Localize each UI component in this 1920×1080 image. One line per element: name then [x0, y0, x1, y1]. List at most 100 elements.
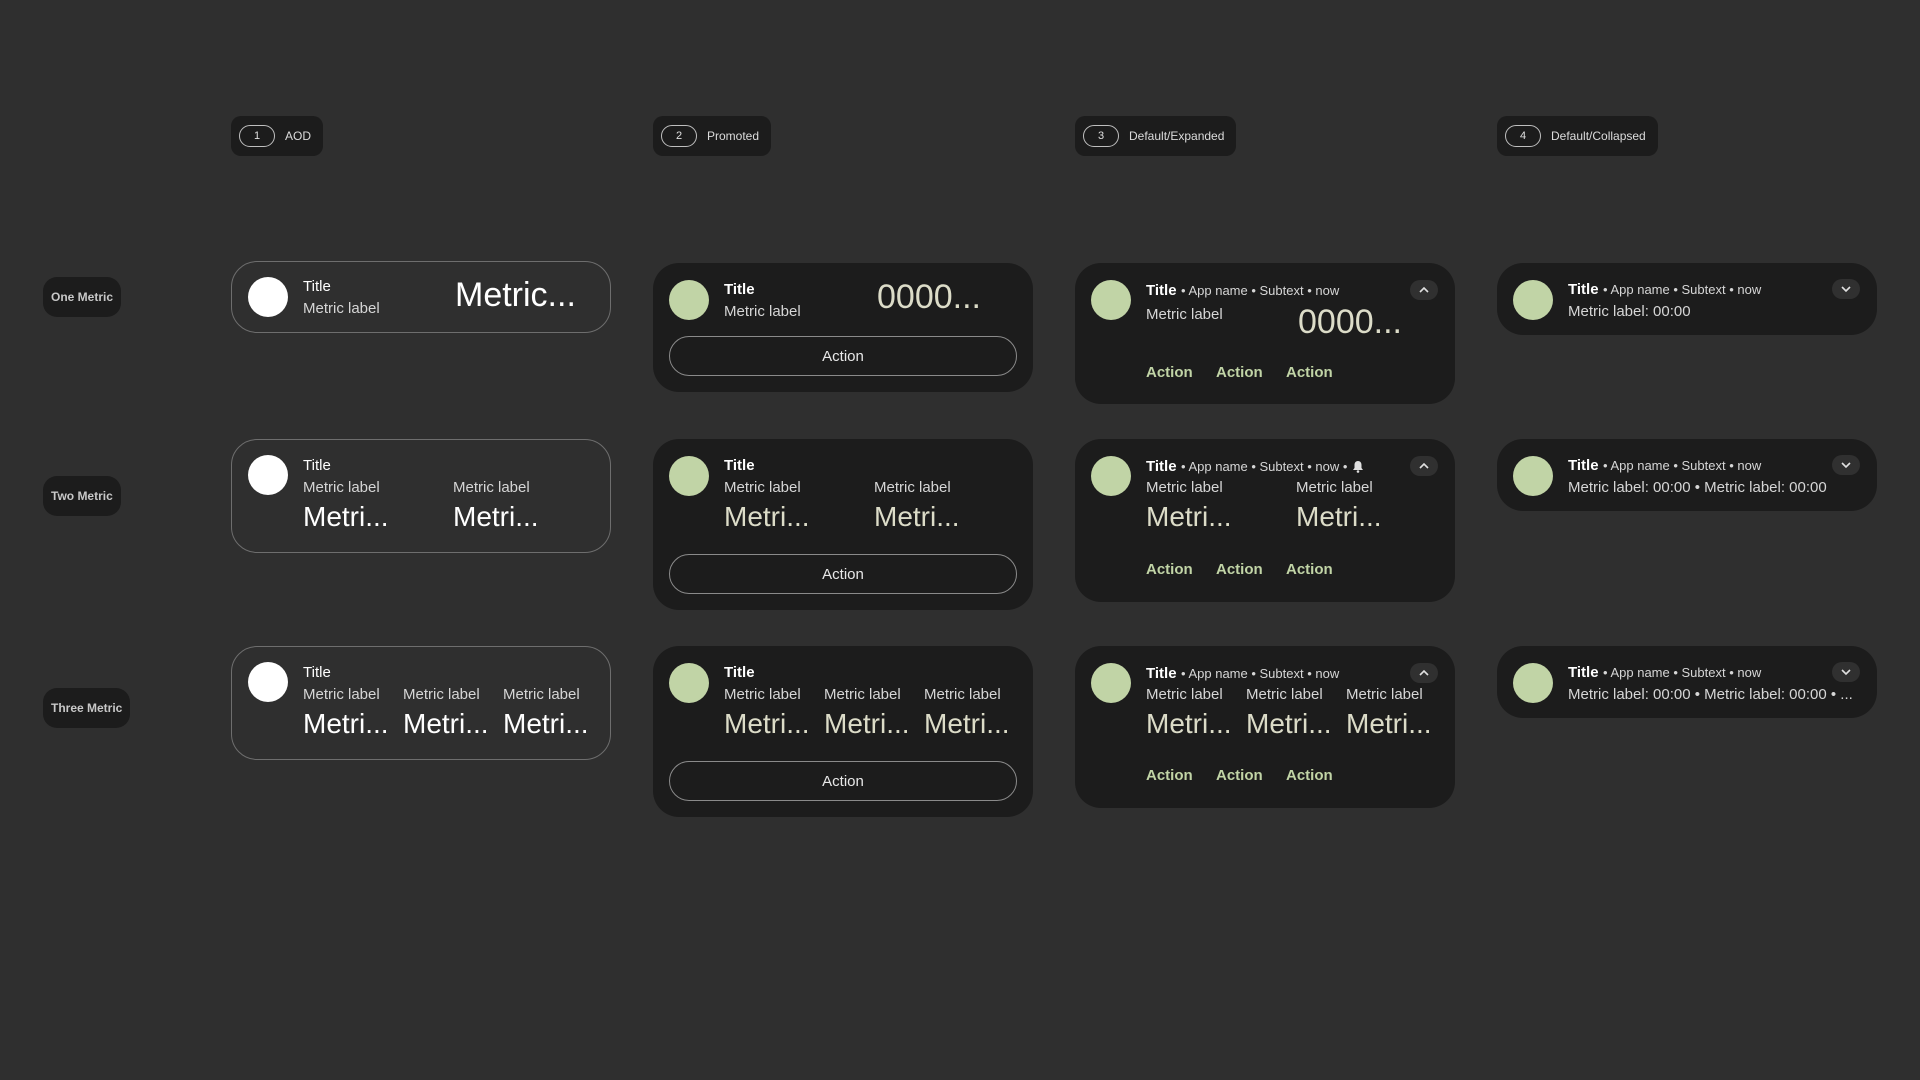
metric-value: Metric...: [455, 276, 576, 314]
collapse-toggle[interactable]: [1832, 279, 1860, 299]
notification-title: Title: [724, 457, 755, 474]
metric-label: Metric label: [874, 479, 951, 496]
metric-value: Metri...: [1146, 708, 1232, 739]
app-icon: [669, 456, 709, 496]
metric-value: Metri...: [824, 708, 910, 739]
metric-value: Metri...: [1246, 708, 1332, 739]
notification-meta: • App name • Subtext • now: [1181, 283, 1340, 298]
metric-value: Metri...: [403, 708, 489, 739]
notification-header: Title • App name • Subtext • now •: [1146, 458, 1364, 476]
app-icon: [669, 280, 709, 320]
metric-label: Metric label: [1346, 686, 1423, 703]
row-label-three-metric: Three Metric: [43, 688, 131, 728]
chevron-down-icon: [1841, 669, 1851, 676]
notification-title: Title: [303, 278, 331, 295]
row-label-two-metric: Two Metric: [43, 476, 121, 516]
app-icon: [1091, 663, 1131, 703]
metric-label: Metric label: [724, 303, 801, 320]
action-button[interactable]: Action: [1146, 767, 1193, 784]
action-button[interactable]: Action: [1286, 767, 1333, 784]
metric-label: Metric label: [303, 686, 380, 703]
collapsed-metrics: Metric label: 00:00 • Metric label: 00:0…: [1568, 479, 1827, 496]
metric-label: Metric label: [1246, 686, 1323, 703]
collapse-toggle[interactable]: [1832, 662, 1860, 682]
metric-label: Metric label: [1146, 306, 1223, 323]
notification-card-aod-one-metric[interactable]: Title Metric label Metric...: [231, 261, 611, 333]
column-number: 1: [239, 125, 275, 147]
notification-meta: • App name • Subtext • now •: [1181, 459, 1348, 474]
metric-value: Metri...: [503, 708, 589, 739]
chevron-up-icon: [1419, 462, 1429, 469]
column-header-aod: 1 AOD: [231, 116, 324, 156]
expand-toggle[interactable]: [1410, 280, 1438, 300]
notification-title: Title: [1568, 281, 1599, 298]
metric-value: Metri...: [303, 501, 389, 532]
metric-value: Metri...: [303, 708, 389, 739]
collapse-toggle[interactable]: [1832, 455, 1860, 475]
metric-value: Metri...: [874, 501, 960, 532]
column-label: Default/Expanded: [1129, 129, 1225, 143]
notification-title: Title: [1568, 664, 1599, 681]
action-button[interactable]: Action: [1146, 364, 1193, 381]
app-icon: [1091, 456, 1131, 496]
app-icon: [1513, 663, 1553, 703]
notification-header: Title • App name • Subtext • now: [1568, 457, 1761, 475]
metric-label: Metric label: [724, 686, 801, 703]
notification-card-collapsed-one-metric[interactable]: Title • App name • Subtext • now Metric …: [1497, 263, 1877, 335]
chevron-up-icon: [1419, 669, 1429, 676]
notification-title: Title: [303, 457, 331, 474]
notification-card-expanded-two-metric[interactable]: Title • App name • Subtext • now • Metri…: [1075, 439, 1455, 602]
notification-title: Title: [1146, 458, 1177, 475]
notification-card-promoted-three-metric[interactable]: Title Metric label Metric label Metric l…: [653, 646, 1033, 817]
notification-header: Title • App name • Subtext • now: [1146, 665, 1339, 683]
action-button[interactable]: Action: [669, 761, 1017, 801]
app-icon: [248, 277, 288, 317]
action-button[interactable]: Action: [1216, 364, 1263, 381]
action-button[interactable]: Action: [669, 336, 1017, 376]
chevron-down-icon: [1841, 286, 1851, 293]
app-icon: [1513, 280, 1553, 320]
app-icon: [1091, 280, 1131, 320]
notification-title: Title: [724, 664, 755, 681]
metric-label: Metric label: [303, 479, 380, 496]
metric-label: Metric label: [924, 686, 1001, 703]
action-button[interactable]: Action: [669, 554, 1017, 594]
action-button[interactable]: Action: [1286, 561, 1333, 578]
metric-label: Metric label: [403, 686, 480, 703]
notification-card-collapsed-three-metric[interactable]: Title • App name • Subtext • now Metric …: [1497, 646, 1877, 718]
metric-value: Metri...: [1146, 501, 1232, 532]
metric-label: Metric label: [1296, 479, 1373, 496]
column-label: AOD: [285, 129, 312, 143]
notification-card-promoted-one-metric[interactable]: Title Metric label 0000... Action: [653, 263, 1033, 392]
notification-title: Title: [1568, 457, 1599, 474]
column-number: 4: [1505, 125, 1541, 147]
column-header-promoted: 2 Promoted: [653, 116, 772, 156]
expand-toggle[interactable]: [1410, 663, 1438, 683]
metric-value: Metri...: [724, 708, 810, 739]
column-number: 2: [661, 125, 697, 147]
notification-card-expanded-one-metric[interactable]: Title • App name • Subtext • now Metric …: [1075, 263, 1455, 404]
action-button[interactable]: Action: [1286, 364, 1333, 381]
notification-card-aod-two-metric[interactable]: Title Metric label Metric label Metri...…: [231, 439, 611, 553]
metric-label: Metric label: [303, 300, 380, 317]
expand-toggle[interactable]: [1410, 456, 1438, 476]
notification-title: Title: [1146, 282, 1177, 299]
metric-label: Metric label: [1146, 479, 1223, 496]
action-button[interactable]: Action: [1216, 767, 1263, 784]
notification-card-expanded-three-metric[interactable]: Title • App name • Subtext • now Metric …: [1075, 646, 1455, 808]
notification-card-promoted-two-metric[interactable]: Title Metric label Metric label Metri...…: [653, 439, 1033, 610]
action-button[interactable]: Action: [1146, 561, 1193, 578]
metric-value: Metri...: [924, 708, 1010, 739]
metric-value: Metri...: [1346, 708, 1432, 739]
notification-title: Title: [303, 664, 331, 681]
metric-label: Metric label: [453, 479, 530, 496]
notification-card-aod-three-metric[interactable]: Title Metric label Metric label Metric l…: [231, 646, 611, 760]
notification-card-collapsed-two-metric[interactable]: Title • App name • Subtext • now Metric …: [1497, 439, 1877, 511]
action-button[interactable]: Action: [1216, 561, 1263, 578]
metric-value: Metri...: [1296, 501, 1382, 532]
app-icon: [669, 663, 709, 703]
app-icon: [248, 455, 288, 495]
notification-meta: • App name • Subtext • now: [1603, 458, 1762, 473]
column-header-default-collapsed: 4 Default/Collapsed: [1497, 116, 1658, 156]
notification-meta: • App name • Subtext • now: [1181, 666, 1340, 681]
